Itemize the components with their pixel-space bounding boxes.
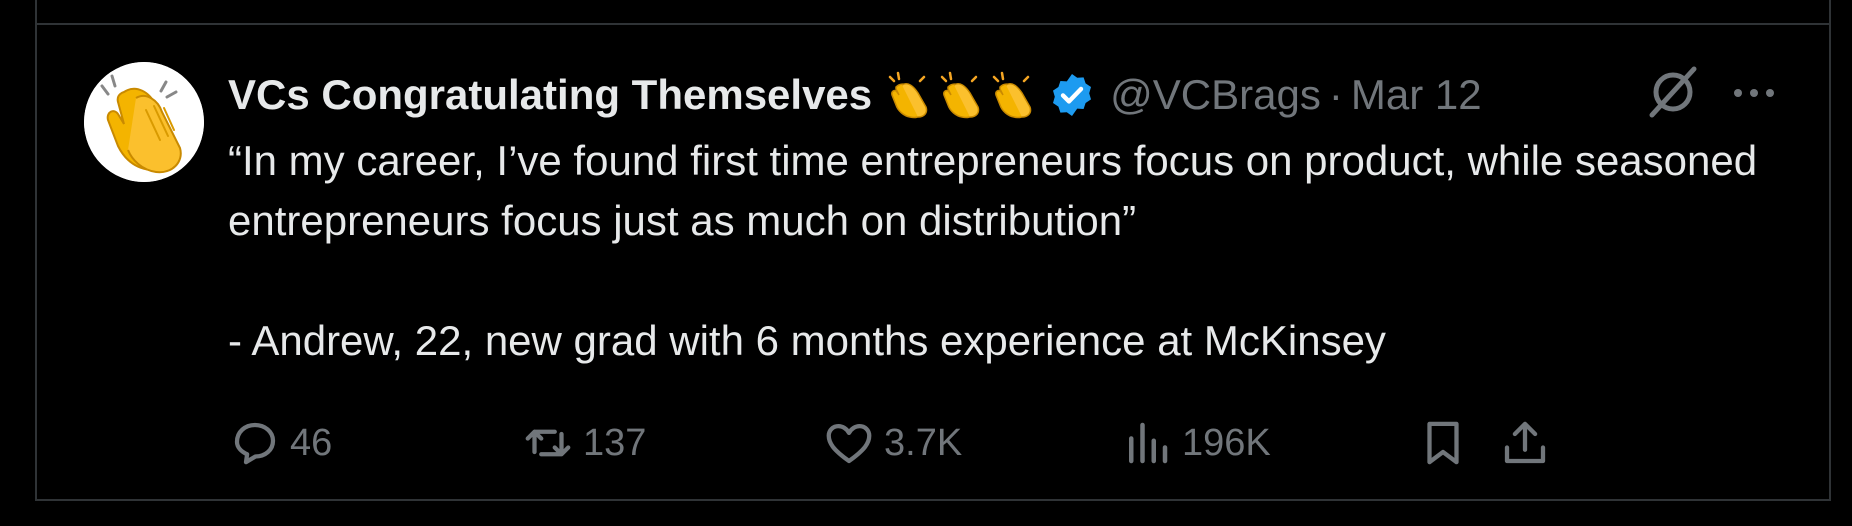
clapping-hands-icon bbox=[992, 71, 1032, 119]
bookmark-icon bbox=[1427, 421, 1459, 465]
tweet-header: VCs Congratulating Themselves @VCBrags ·… bbox=[228, 65, 1482, 125]
reply-button[interactable]: 46 bbox=[228, 405, 332, 481]
tweet-date[interactable]: Mar 12 bbox=[1351, 71, 1482, 119]
more-options-icon[interactable] bbox=[1730, 79, 1778, 107]
clapping-hands-icon bbox=[888, 71, 928, 119]
tweet-actions: 46 137 3.7K 196K bbox=[228, 405, 1828, 481]
tweet-text-quote: “In my career, I’ve found first time ent… bbox=[228, 137, 1758, 244]
reply-count: 46 bbox=[290, 421, 333, 464]
reply-icon bbox=[234, 422, 276, 465]
separator-dot: · bbox=[1328, 71, 1343, 118]
timeline-border-left bbox=[35, 0, 37, 24]
clapping-hands-icon bbox=[84, 62, 204, 182]
share-icon bbox=[1504, 421, 1546, 464]
tweet-text: “In my career, I’ve found first time ent… bbox=[228, 131, 1788, 371]
like-button[interactable]: 3.7K bbox=[822, 405, 962, 481]
name-emojis bbox=[884, 71, 1036, 119]
like-count: 3.7K bbox=[884, 421, 963, 464]
heart-icon bbox=[826, 423, 872, 464]
tweet-text-attribution: - Andrew, 22, new grad with 6 months exp… bbox=[228, 317, 1386, 364]
repost-button[interactable]: 137 bbox=[521, 405, 646, 481]
repost-count: 137 bbox=[583, 421, 647, 464]
view-count: 196K bbox=[1182, 421, 1271, 464]
views-button[interactable]: 196K bbox=[1120, 405, 1271, 481]
bookmark-button[interactable] bbox=[1416, 405, 1470, 481]
handle[interactable]: @VCBrags bbox=[1110, 71, 1321, 119]
repost-icon bbox=[525, 429, 571, 457]
verified-badge-icon[interactable] bbox=[1048, 71, 1096, 119]
timeline-border-right bbox=[1829, 0, 1831, 24]
analytics-icon bbox=[1129, 422, 1168, 464]
clapping-hands-icon bbox=[940, 71, 980, 119]
share-button[interactable] bbox=[1498, 405, 1552, 481]
grok-icon[interactable] bbox=[1644, 63, 1702, 121]
tweet-card[interactable]: VCs Congratulating Themselves @VCBrags ·… bbox=[35, 23, 1831, 501]
display-name[interactable]: VCs Congratulating Themselves bbox=[228, 71, 872, 119]
avatar[interactable] bbox=[84, 62, 204, 182]
